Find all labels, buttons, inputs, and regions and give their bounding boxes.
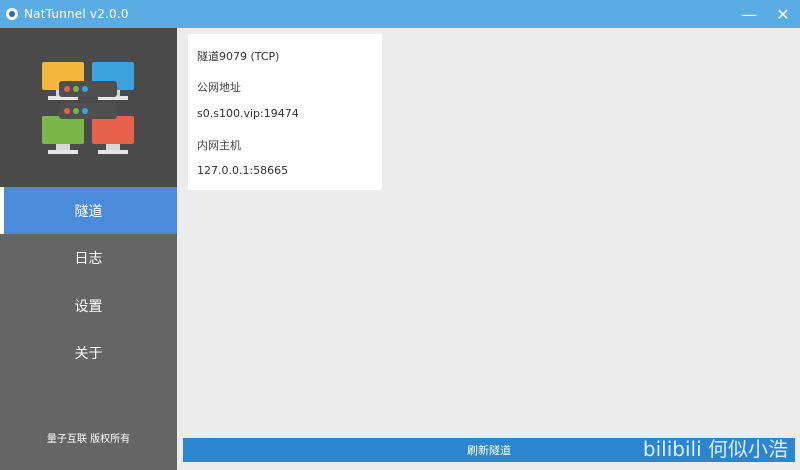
copyright-text: 量子互联 版权所有 (46, 434, 131, 445)
sidebar-item-settings[interactable]: 设置 (0, 282, 177, 329)
sidebar-item-about[interactable]: 关于 (0, 329, 177, 376)
app-icon (6, 8, 18, 20)
sidebar-item-label: 隧道 (74, 203, 103, 220)
sidebar-item-label: 日志 (74, 250, 103, 267)
minimize-icon: — (741, 4, 757, 24)
minimize-button[interactable]: — (732, 0, 766, 28)
sidebar-item-label: 设置 (74, 298, 103, 315)
window-title: NatTunnel v2.0.0 (24, 7, 129, 21)
app-window: NatTunnel v2.0.0 — ✕ 隧道 日志 设置 关于 量子互联 版权… (0, 0, 800, 470)
sidebar-item-label: 关于 (74, 345, 103, 362)
sidebar: 隧道 日志 设置 关于 量子互联 版权所有 (0, 28, 177, 470)
close-button[interactable]: ✕ (766, 0, 800, 28)
active-indicator (0, 187, 4, 234)
window-controls: — ✕ (732, 0, 800, 28)
app-logo (0, 28, 177, 187)
local-host-label: 内网主机 (197, 139, 241, 152)
tunnel-name: 隧道9079 (TCP) (197, 50, 280, 63)
public-address-label: 公网地址 (197, 81, 241, 94)
local-host-value: 127.0.0.1:58665 (197, 164, 289, 177)
sidebar-item-logs[interactable]: 日志 (0, 234, 177, 281)
main-content: 隧道9079 (TCP) 公网地址 s0.s100.vip:19474 内网主机… (177, 28, 800, 470)
tunnel-card[interactable]: 隧道9079 (TCP) 公网地址 s0.s100.vip:19474 内网主机… (188, 34, 382, 190)
title-bar[interactable]: NatTunnel v2.0.0 — ✕ (0, 0, 800, 28)
watermark-text: bilibili 何似小浩 (642, 437, 788, 461)
close-icon: ✕ (776, 4, 790, 24)
network-monitors-logo-icon (42, 62, 134, 154)
public-address-value: s0.s100.vip:19474 (197, 107, 299, 120)
sidebar-item-tunnels[interactable]: 隧道 (0, 187, 177, 234)
